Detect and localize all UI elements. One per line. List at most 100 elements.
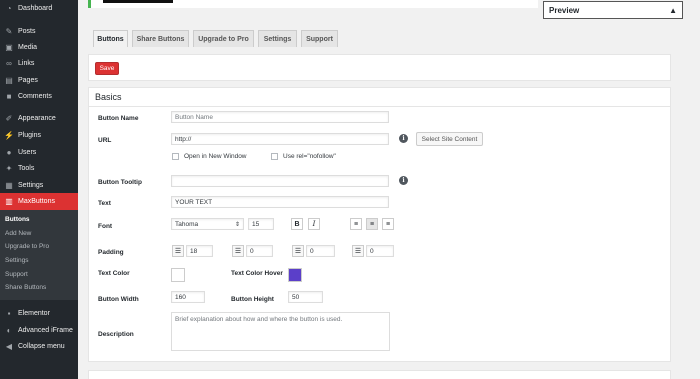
tab-upgrade-to-pro[interactable]: Upgrade to Pro xyxy=(193,30,254,47)
url-label: URL xyxy=(98,137,112,144)
submenu-item-add-new[interactable]: Add New xyxy=(5,230,31,237)
padding-top-icon: ☰ xyxy=(172,245,184,257)
tab-buttons[interactable]: Buttons xyxy=(93,30,128,47)
description-textarea[interactable]: Brief explanation about how and where th… xyxy=(171,312,390,351)
submenu-item-buttons[interactable]: Buttons xyxy=(5,216,30,223)
elementor-icon: ▪ xyxy=(7,308,11,318)
tab-support[interactable]: Support xyxy=(301,30,338,47)
text-color-swatch[interactable] xyxy=(171,268,185,282)
notice-bar xyxy=(103,0,173,3)
basics-panel: Basics Button Name Button Name URL http:… xyxy=(88,87,671,362)
sidebar-item-posts[interactable]: ✎ Posts xyxy=(0,23,78,40)
appearance-icon: ✐ xyxy=(5,113,13,123)
sidebar-item-settings[interactable]: ▦ Settings xyxy=(0,177,78,194)
sidebar-item-label: Elementor xyxy=(18,310,50,317)
tab-share-buttons[interactable]: Share Buttons xyxy=(132,30,189,47)
font-size-input[interactable]: 15 xyxy=(248,218,274,230)
padding-left-input[interactable]: 0 xyxy=(366,245,394,257)
sidebar-item-tools[interactable]: ✦ Tools xyxy=(0,160,78,177)
plugins-icon: ⚡ xyxy=(4,130,14,140)
select-site-content-button[interactable]: Select Site Content xyxy=(416,132,483,146)
admin-sidebar: ◔ Dashboard ✎ Posts ▣ Media ∞ Links ▤ Pa… xyxy=(0,0,78,379)
font-label: Font xyxy=(98,223,113,230)
sidebar-item-label: Plugins xyxy=(18,132,41,139)
submenu-item-support[interactable]: Support xyxy=(5,271,28,278)
info-icon[interactable]: i xyxy=(399,134,408,143)
submenu-item-settings[interactable]: Settings xyxy=(5,257,29,264)
nofollow-label: Use rel="nofollow" xyxy=(283,153,336,160)
sidebar-item-label: Comments xyxy=(18,93,52,100)
nofollow-checkbox[interactable] xyxy=(271,153,278,160)
text-color-hover-swatch[interactable] xyxy=(288,268,302,282)
links-icon: ∞ xyxy=(6,58,12,68)
description-label: Description xyxy=(98,331,134,338)
open-new-window-label: Open in New Window xyxy=(184,153,247,160)
align-right-button[interactable]: ≡ xyxy=(382,218,394,230)
open-new-window-checkbox[interactable] xyxy=(172,153,179,160)
iframe-icon: ◐ xyxy=(6,325,12,335)
align-center-button[interactable]: ≡ xyxy=(366,218,378,230)
tab-settings[interactable]: Settings xyxy=(258,30,297,47)
info-icon[interactable]: i xyxy=(399,176,408,185)
text-input[interactable]: YOUR TEXT xyxy=(171,196,389,208)
media-icon: ▣ xyxy=(5,42,13,52)
button-width-input[interactable]: 160 xyxy=(171,291,205,303)
save-panel: Save xyxy=(88,54,671,81)
settings-icon: ▦ xyxy=(5,180,13,190)
select-arrows-icon: ⇕ xyxy=(234,221,240,228)
sidebar-item-label: Appearance xyxy=(18,115,56,122)
padding-left-icon: ☰ xyxy=(352,245,364,257)
sidebar-item-label: Pages xyxy=(18,77,38,84)
pin-icon: ✎ xyxy=(5,26,13,36)
button-height-input[interactable]: 50 xyxy=(288,291,323,303)
maxbuttons-submenu: Buttons Add New Upgrade to Pro Settings … xyxy=(0,210,78,300)
preview-toggle[interactable]: Preview ▲ xyxy=(543,1,683,19)
save-button[interactable]: Save xyxy=(95,62,119,75)
button-height-label: Button Height xyxy=(231,296,274,303)
sidebar-item-plugins[interactable]: ⚡ Plugins xyxy=(0,127,78,144)
sidebar-item-label: Collapse menu xyxy=(18,343,65,350)
sidebar-item-label: MaxButtons xyxy=(18,198,55,205)
users-icon: ● xyxy=(6,147,12,157)
tooltip-label: Button Tooltip xyxy=(98,179,142,186)
italic-button[interactable]: I xyxy=(308,218,320,230)
tooltip-input[interactable] xyxy=(171,175,389,187)
sidebar-item-dashboard[interactable]: ◔ Dashboard xyxy=(0,0,78,17)
text-color-label: Text Color xyxy=(98,270,130,277)
sidebar-item-label: Settings xyxy=(18,182,44,189)
sidebar-item-label: Tools xyxy=(18,165,35,172)
sidebar-item-collapse-menu[interactable]: ◀ Collapse menu xyxy=(0,338,78,355)
sidebar-item-label: Advanced iFrame xyxy=(18,327,73,334)
sidebar-item-label: Links xyxy=(18,60,35,67)
comments-icon: ■ xyxy=(6,91,12,101)
sidebar-item-media[interactable]: ▣ Media xyxy=(0,39,78,56)
sidebar-item-label: Dashboard xyxy=(18,5,53,12)
sidebar-item-appearance[interactable]: ✐ Appearance xyxy=(0,110,78,127)
sidebar-item-comments[interactable]: ■ Comments xyxy=(0,88,78,105)
align-left-button[interactable]: ≡ xyxy=(350,218,362,230)
sidebar-item-maxbuttons[interactable]: ▥ MaxButtons xyxy=(0,193,78,210)
font-family-value: Tahoma xyxy=(175,220,199,228)
button-name-input[interactable]: Button Name xyxy=(171,111,389,123)
tools-icon: ✦ xyxy=(5,163,13,173)
submenu-item-share-buttons[interactable]: Share Buttons xyxy=(5,284,46,291)
padding-bottom-input[interactable]: 0 xyxy=(306,245,335,257)
sidebar-item-links[interactable]: ∞ Links xyxy=(0,55,78,72)
url-input[interactable]: http:// xyxy=(171,133,389,145)
sidebar-item-advanced-iframe[interactable]: ◐ Advanced iFrame xyxy=(0,322,78,339)
padding-top-input[interactable]: 18 xyxy=(186,245,213,257)
preview-title: Preview xyxy=(549,5,580,15)
sidebar-item-pages[interactable]: ▤ Pages xyxy=(0,72,78,89)
font-family-select[interactable]: Tahoma ⇕ xyxy=(171,218,244,230)
submenu-item-upgrade[interactable]: Upgrade to Pro xyxy=(5,243,49,250)
sidebar-item-elementor[interactable]: ▪ Elementor xyxy=(0,305,78,322)
bold-button[interactable]: B xyxy=(291,218,303,230)
align-right-icon: ≡ xyxy=(385,220,391,228)
sidebar-item-label: Media xyxy=(18,44,38,51)
padding-right-input[interactable]: 0 xyxy=(246,245,273,257)
button-name-label: Button Name xyxy=(98,115,139,122)
sidebar-item-users[interactable]: ● Users xyxy=(0,144,78,161)
align-left-icon: ≡ xyxy=(353,220,359,228)
padding-label: Padding xyxy=(98,249,124,256)
align-center-icon: ≡ xyxy=(369,220,375,228)
